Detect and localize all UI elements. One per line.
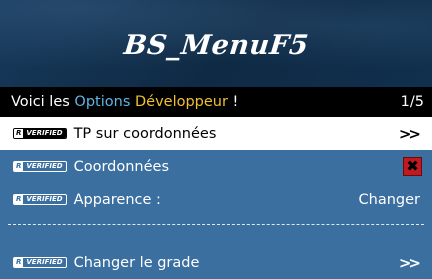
menu-item-label: Apparence : xyxy=(73,191,161,208)
menu-item-coordonnees[interactable]: R VERIFIED Coordonnées ✖ xyxy=(0,150,432,183)
menu-subtitle-bar: Voici les Options Développeur ! 1/5 xyxy=(0,87,432,117)
subtitle-suffix: ! xyxy=(227,94,239,110)
changer-option: Changer xyxy=(358,191,420,208)
menu-title: BS_MenuF5 xyxy=(122,30,310,61)
rockstar-verified-badge: R VERIFIED xyxy=(13,194,67,205)
rockstar-verified-badge: R VERIFIED xyxy=(13,257,67,268)
close-x-icon: ✖ xyxy=(403,157,422,176)
menu-subtitle: Voici les Options Développeur ! xyxy=(11,94,238,110)
menu-banner: BS_MenuF5 xyxy=(0,0,432,87)
subtitle-options: Options xyxy=(74,94,131,110)
menu-item-label: TP sur coordonnées xyxy=(73,125,217,142)
menu-item-tp-coordonnees[interactable]: R VERIFIED TP sur coordonnées >> xyxy=(0,117,432,150)
page-counter: 1/5 xyxy=(400,94,424,110)
menu-separator xyxy=(8,224,424,225)
rockstar-verified-badge: R VERIFIED xyxy=(13,128,67,139)
menu-item-label: Changer le grade xyxy=(73,254,200,271)
menu-panel: BS_MenuF5 Voici les Options Développeur … xyxy=(0,0,432,279)
menu-item-label: Coordonnées xyxy=(73,158,170,175)
rockstar-verified-badge: R VERIFIED xyxy=(13,161,67,172)
menu-item-apparence[interactable]: R VERIFIED Apparence : Changer xyxy=(0,183,432,216)
subtitle-developpeur: Développeur xyxy=(134,94,228,110)
checkbox-toggle[interactable]: ✖ xyxy=(403,157,422,176)
subtitle-prefix: Voici les xyxy=(11,94,75,110)
menu-item-changer-grade[interactable]: R VERIFIED Changer le grade >> xyxy=(0,246,432,279)
chevron-right-icon: >> xyxy=(398,253,421,272)
chevron-right-icon: >> xyxy=(398,124,421,143)
